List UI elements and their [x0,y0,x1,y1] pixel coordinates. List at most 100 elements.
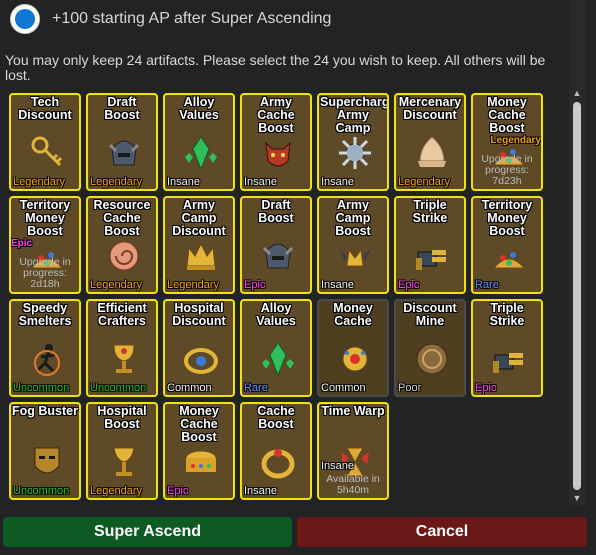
artifact-card[interactable]: Money Cache Boost Epic [163,402,235,500]
artifact-name: Mercenary Discount [398,95,462,122]
artifact-card[interactable]: Hospital Boost Legendary [86,402,158,500]
vertical-scrollbar[interactable]: ▲ ▼ [569,0,585,505]
horned-helmet-icon [108,140,140,166]
option-radio-button[interactable] [10,4,40,34]
artifact-rarity: Epic [475,382,497,394]
artifact-rarity: Rare [244,382,268,394]
artifact-rarity: Epic [11,238,33,249]
artifact-name: Money Cache Boost [487,95,527,135]
artifact-card[interactable]: Resource Cache Boost Legendary [86,196,158,294]
artifact-rarity: Uncommon [90,382,147,394]
artifact-name: Time Warp [321,404,385,418]
scroll-down-arrow-icon[interactable]: ▼ [569,491,585,505]
artifact-rarity: Epic [398,279,420,291]
artifact-status: Available in 5h40m [326,473,380,496]
artifact-name: Triple Strike [489,301,525,328]
artifact-name: Draft Boost [258,198,294,225]
gold-brooch-icon [342,346,368,372]
artifact-card[interactable]: Tech Discount Legendary [9,93,81,191]
tribal-mask-icon [34,447,60,474]
artifact-card[interactable]: Money Cache Boost Legendary Upgrade in pro… [471,93,543,191]
artifact-card[interactable]: Triple Strike Epic [471,299,543,397]
artifact-rarity: Insane [321,460,355,472]
artifact-rarity: Legendary [90,485,142,497]
golden-key-icon [31,136,63,167]
running-figure-icon [34,344,60,376]
artifact-name: Alloy Values [179,95,219,122]
artifact-card[interactable]: Alloy Values Rare [240,299,312,397]
artifact-card[interactable]: Mercenary Discount Legendary [394,93,466,191]
artifact-card[interactable]: Draft Boost Legendary [86,93,158,191]
super-ascend-button[interactable]: Super Ascend [3,517,292,547]
green-crystal-icon [262,342,294,377]
artifact-name: Territory Money Boost [481,198,533,238]
scroll-thumb[interactable] [573,102,581,490]
scroll-up-arrow-icon[interactable]: ▲ [569,86,585,100]
artifact-card[interactable]: Time Warp Insane Available in 5h40m [317,402,389,500]
artifact-name: Cache Boost [257,404,295,431]
artifact-card[interactable]: Army Camp Boost Insane [317,196,389,294]
artifact-rarity: Common [167,382,212,394]
artifact-card[interactable]: Speedy Smelters Uncommon [9,299,81,397]
artifact-name: Army Camp Discount [172,198,226,238]
artifact-card[interactable]: Draft Boost Epic [240,196,312,294]
artifact-card[interactable]: Triple Strike Epic [394,196,466,294]
artifact-card[interactable]: Supercharge Army Camp Insane [317,93,389,191]
bronze-medallion-icon [416,343,448,375]
artifact-card[interactable]: Discount Mine Poor [394,299,466,397]
artifact-rarity: Insane [321,176,355,188]
cancel-button[interactable]: Cancel [297,517,587,547]
artifact-rarity: Insane [167,176,201,188]
artifact-card[interactable]: Fog Buster Uncommon [9,402,81,500]
artifact-rarity: Epic [167,485,189,497]
artifact-rarity: Epic [244,279,266,291]
jeweled-coin-chest-icon [185,450,217,472]
artifact-name: Army Cache Boost [257,95,295,135]
artifact-card[interactable]: Territory Money Boost Rare [471,196,543,294]
artifact-status: Upgrade in progress: 2d18h [19,256,71,290]
artifact-rarity: Legendary [90,176,142,188]
artifact-rarity: Legendary [167,279,219,291]
artifact-name: Money Cache Boost [179,404,219,444]
horned-helmet-icon [262,243,294,269]
artifact-card[interactable]: Cache Boost Insane [240,402,312,500]
artifact-rarity: Uncommon [13,485,70,497]
artifact-name: Alloy Values [256,301,296,328]
gold-goblet-icon [113,447,135,476]
treasure-pile-icon [492,252,526,269]
artifact-grid: Tech Discount Legendary Draft Boost Legenda… [9,93,549,505]
green-crystal-icon [185,136,217,171]
artifact-card[interactable]: Alloy Values Insane [163,93,235,191]
artifact-name: Hospital Boost [97,404,147,431]
artifact-rarity: Poor [398,382,422,394]
artifact-card[interactable]: Army Camp Discount Legendary [163,196,235,294]
triple-cannon-icon [416,250,446,270]
spiked-disc-icon [339,137,371,169]
artifact-name: Efficient Crafters [97,301,147,328]
artifact-name: Supercharge Army Camp [320,95,389,135]
artifact-rarity: Legendary [13,176,65,188]
artifact-rarity: Rare [475,279,499,291]
artifact-rarity: Insane [244,176,278,188]
ap-option-row[interactable]: +100 starting AP after Super Ascending [0,0,568,38]
gold-crown-icon [186,242,216,270]
artifact-card[interactable]: Army Cache Boost Insane [240,93,312,191]
artifact-rarity: Uncommon [13,382,70,394]
artifact-name: Discount Mine [403,301,457,328]
artifact-name: Money Cache [333,301,373,328]
artifact-name: Triple Strike [412,198,448,225]
artifact-card[interactable]: Efficient Crafters Uncommon [86,299,158,397]
gold-ring-icon [261,449,295,479]
artifact-rarity: Insane [244,485,278,497]
artifact-card[interactable]: Money Cache Common [317,299,389,397]
artifact-name: Fog Buster [12,404,78,418]
triple-cannon-icon [493,353,523,373]
artifact-rarity: Insane [321,279,355,291]
artifact-name: Army Camp Boost [335,198,371,238]
artifact-card[interactable]: Territory Money Boost Epic Upgrade in prog… [9,196,81,294]
artifact-name: Resource Cache Boost [93,198,151,238]
artifact-card[interactable]: Hospital Discount Common [163,299,235,397]
artifact-name: Hospital Discount [172,301,226,328]
radio-selected-dot [15,9,35,29]
artifact-rarity: Legendary [90,279,142,291]
